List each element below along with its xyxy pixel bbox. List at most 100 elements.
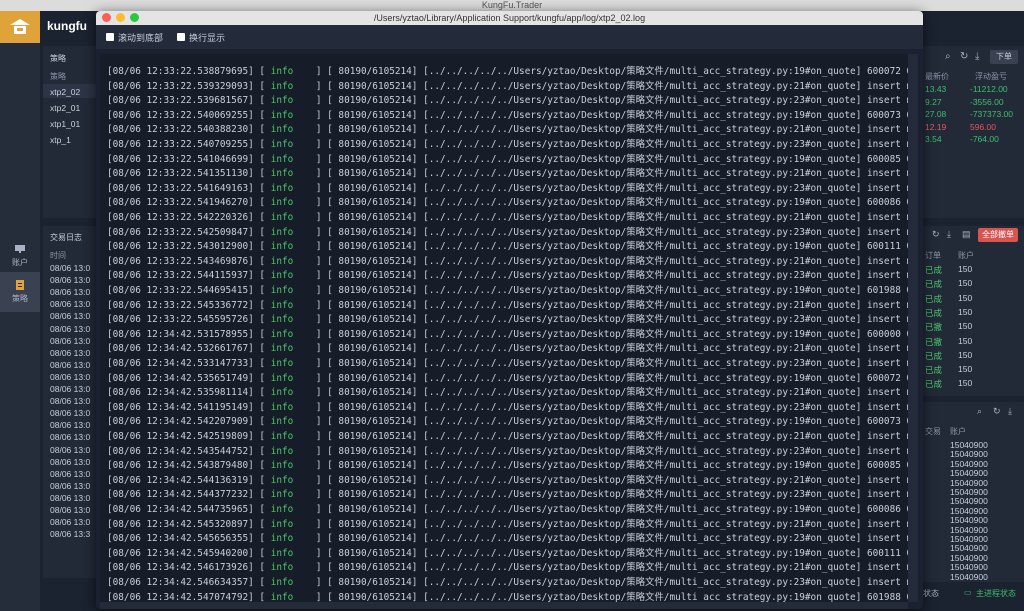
log-level: info	[270, 489, 294, 501]
log-message: [../../../../../Users/yztao/Desktop/策略文件…	[423, 212, 908, 223]
log-line: [08/06 12:34:42.545320897] [ info ] [ 80…	[107, 518, 908, 532]
download-icon[interactable]: ⤓	[975, 51, 979, 62]
log-source: [ 80190/6105214]	[327, 255, 418, 267]
log-line: [08/06 12:33:22.543469876] [ info ] [ 80…	[107, 255, 908, 269]
log-timestamp: [08/06 12:34:42.544735965]	[107, 504, 254, 515]
log-level: info	[270, 153, 294, 165]
clipboard-icon	[16, 280, 24, 290]
log-timestamp: [08/06 12:33:22.545336772]	[107, 299, 254, 311]
log-time-cell: 08/06 13:0	[50, 311, 91, 322]
log-time-cell: 08/06 13:0	[50, 384, 91, 394]
log-timestamp: [08/06 12:34:42.545656355]	[107, 533, 254, 545]
order-account: 150	[958, 349, 973, 360]
log-message: [../../../../../Users/yztao/Desktop/策略文件…	[423, 139, 908, 150]
log-line: [08/06 12:34:42.531578955] [ info ] [ 80…	[107, 328, 908, 342]
log-level: info	[270, 533, 294, 545]
order-account: 150	[958, 335, 973, 346]
log-source: [ 80190/6105214]	[327, 109, 418, 121]
pos-col-price: 最新价	[925, 72, 949, 81]
status-bar: 状态 ▭ 主进程状态	[920, 586, 1024, 600]
log-level: info	[270, 518, 294, 530]
position-price: 27.08	[925, 109, 947, 119]
wrap-lines-checkbox[interactable]	[177, 33, 186, 41]
log-timestamp: [08/06 12:33:22.540069255]	[107, 109, 254, 121]
log-time-cell: 08/06 13:0	[50, 371, 91, 382]
strategy-row[interactable]: xtp2_02	[50, 87, 80, 97]
trash-icon[interactable]: ▤	[962, 229, 971, 240]
log-level: info	[270, 562, 294, 574]
order-status: 已成	[925, 365, 943, 376]
strategy-row[interactable]: xtp1_01	[50, 119, 80, 129]
sidebar-item-account[interactable]: 账户	[0, 236, 40, 276]
search-icon[interactable]: ⌕	[977, 406, 982, 417]
horizontal-scrollbar[interactable]	[100, 602, 908, 609]
log-level: info	[270, 431, 294, 442]
log-timestamp: [08/06 12:33:22.540709255]	[107, 139, 254, 150]
log-timestamp: [08/06 12:34:42.535981114]	[107, 387, 254, 399]
log-source: [ 80190/6105214]	[327, 343, 418, 355]
vertical-scrollbar[interactable]	[908, 54, 918, 602]
strategy-row[interactable]: xtp_1	[50, 135, 71, 145]
position-pnl: -764.00	[970, 134, 999, 144]
search-icon[interactable]: ⌕	[945, 51, 951, 62]
log-time-cell: 08/06 13:0	[50, 517, 91, 528]
log-line: [08/06 12:33:22.545595726] [ info ] [ 80…	[107, 313, 908, 327]
log-timestamp: [08/06 12:33:22.541946270]	[107, 197, 254, 209]
log-message: [../../../../../Users/yztao/Desktop/策略文件…	[423, 109, 908, 121]
log-level: info	[270, 139, 294, 150]
log-level: info	[270, 124, 294, 136]
place-order-button[interactable]: 下单	[990, 50, 1018, 64]
log-line: [08/06 12:33:22.542220326] [ info ] [ 80…	[107, 211, 908, 225]
log-window-titlebar[interactable]: /Users/yztao/Library/Application Support…	[96, 11, 923, 25]
log-line: [08/06 12:34:42.546173926] [ info ] [ 80…	[107, 561, 908, 575]
log-source: [ 80190/6105214]	[327, 372, 418, 384]
log-time-cell: 08/06 13:0	[50, 456, 91, 467]
position-pnl: -737373.00	[970, 109, 1014, 119]
strategy-panel-title: 策略	[50, 54, 66, 63]
download-icon[interactable]: ⤓	[947, 229, 951, 240]
log-message: [../../../../../Users/yztao/Desktop/策略文件…	[423, 270, 908, 282]
log-timestamp: [08/06 12:34:42.546634357]	[107, 577, 254, 588]
log-time-cell: 08/06 13:0	[50, 275, 91, 286]
maximize-icon[interactable]	[130, 13, 139, 22]
download-icon[interactable]: ⤓	[1008, 406, 1012, 417]
minimize-icon[interactable]	[116, 13, 125, 22]
log-source: [ 80190/6105214]	[327, 416, 418, 428]
log-source: [ 80190/6105214]	[327, 474, 418, 486]
log-time-cell: 08/06 13:0	[50, 323, 91, 334]
log-timestamp: [08/06 12:34:42.547074792]	[107, 591, 254, 602]
log-message: [../../../../../Users/yztao/Desktop/策略文件…	[423, 489, 908, 501]
log-message: [../../../../../Users/yztao/Desktop/策略文件…	[423, 285, 908, 296]
sidebar-item-label: 账户	[12, 258, 28, 267]
refresh-icon[interactable]: ↻	[932, 229, 940, 240]
order-account: 150	[958, 364, 973, 375]
strategy-row[interactable]: xtp2_01	[50, 103, 80, 113]
log-source: [ 80190/6105214]	[327, 387, 418, 399]
scroll-to-bottom-option[interactable]: 滚动到底部	[106, 31, 163, 44]
close-icon[interactable]	[102, 13, 111, 22]
log-line: [08/06 12:33:22.539329093] [ info ] [ 80…	[107, 80, 908, 94]
log-time-cell: 08/06 13:0	[50, 335, 91, 346]
log-line: [08/06 12:33:22.544695415] [ info ] [ 80…	[107, 284, 908, 298]
log-content[interactable]: [08/06 12:33:22.538879695] [ info ] [ 80…	[100, 54, 908, 602]
log-message: [../../../../../Users/yztao/Desktop/策略文件…	[423, 328, 908, 340]
scroll-to-bottom-checkbox[interactable]	[106, 33, 114, 41]
sidebar-item-strategy[interactable]: 策略	[0, 272, 40, 312]
log-options: 滚动到底部 换行显示	[96, 25, 923, 49]
log-message: [../../../../../Users/yztao/Desktop/策略文件…	[423, 153, 908, 165]
log-line: [08/06 12:33:22.540388230] [ info ] [ 80…	[107, 123, 908, 137]
master-status[interactable]: 主进程状态	[976, 588, 1016, 599]
log-level: info	[270, 109, 294, 121]
wrap-lines-option[interactable]: 换行显示	[177, 31, 225, 44]
log-line: [08/06 12:33:22.544115937] [ info ] [ 80…	[107, 269, 908, 283]
log-line: [08/06 12:34:42.544136319] [ info ] [ 80…	[107, 474, 908, 488]
refresh-icon[interactable]: ↻	[960, 51, 968, 62]
log-line: [08/06 12:33:22.540709255] [ info ] [ 80…	[107, 138, 908, 152]
log-line: [08/06 12:33:22.541046699] [ info ] [ 80…	[107, 153, 908, 167]
log-message: [../../../../../Users/yztao/Desktop/策略文件…	[423, 416, 908, 428]
log-level: info	[270, 80, 294, 92]
log-message: [../../../../../Users/yztao/Desktop/策略文件…	[423, 591, 908, 602]
log-line: [08/06 12:33:22.538879695] [ info ] [ 80…	[107, 65, 908, 79]
cancel-all-button[interactable]: 全部撤单	[978, 228, 1018, 242]
refresh-icon[interactable]: ↻	[993, 406, 1001, 417]
